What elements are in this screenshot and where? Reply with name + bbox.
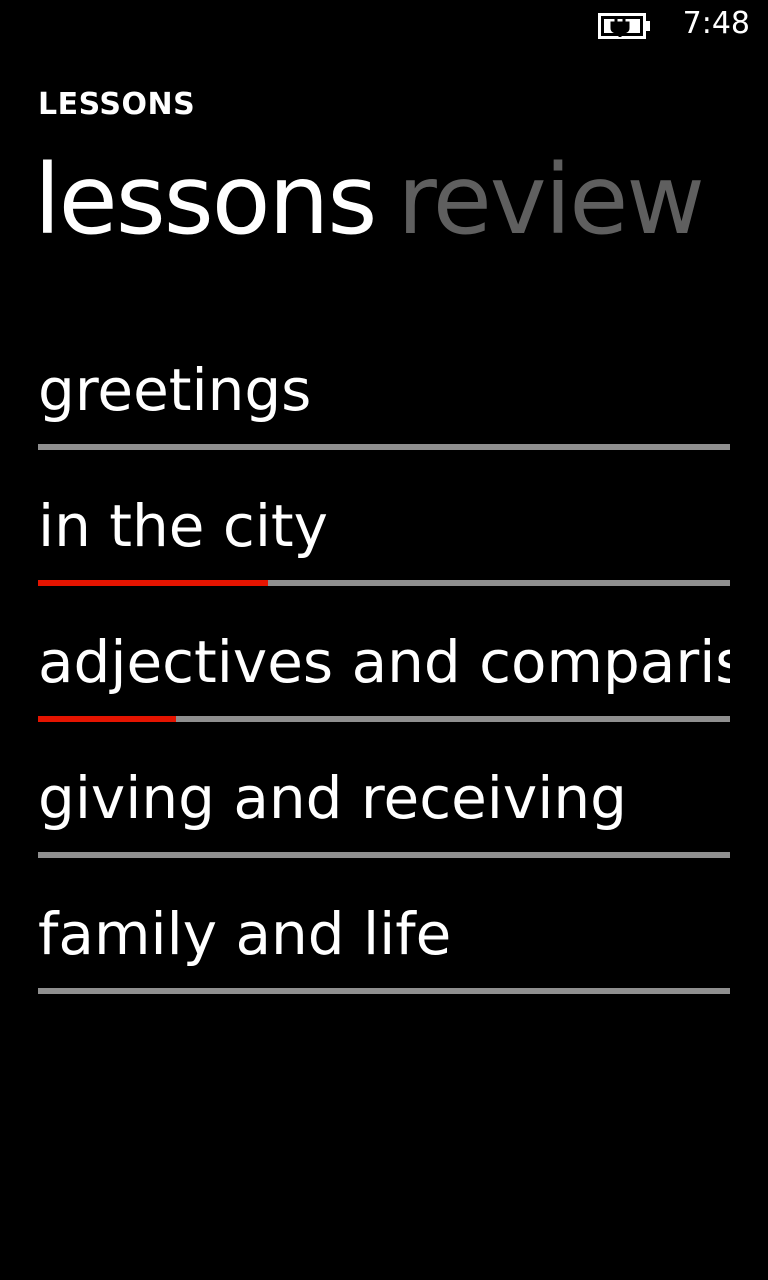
lesson-list: greetings in the city adjectives and com… [38,340,730,1020]
pivot-tab-lessons[interactable]: lessons [34,140,377,260]
lesson-progress-bar [38,580,730,586]
lesson-item-in-the-city[interactable]: in the city [38,476,730,612]
lesson-label: giving and receiving [38,764,627,832]
lesson-label: adjectives and comparisons [38,628,730,696]
battery-charging-icon [598,12,652,40]
pivot-headers: lessons review [34,140,768,270]
lesson-progress-bar [38,852,730,858]
lesson-progress-bar [38,444,730,450]
lesson-progress-bar [38,988,730,994]
lesson-label: family and life [38,900,452,968]
lesson-progress-fill [38,580,269,586]
lesson-progress-fill [38,716,177,722]
lesson-item-giving-and-receiving[interactable]: giving and receiving [38,748,730,884]
lesson-progress-bar [38,716,730,722]
status-clock: 7:48 [682,6,750,41]
lesson-item-family-and-life[interactable]: family and life [38,884,730,1020]
status-bar: 7:48 [0,0,768,50]
lesson-item-greetings[interactable]: greetings [38,340,730,476]
lesson-item-adjectives-and-comparisons[interactable]: adjectives and comparisons [38,612,730,748]
app-title: LESSONS [38,87,196,122]
pivot-tab-review[interactable]: review [397,140,704,260]
lesson-label: in the city [38,492,328,560]
lesson-label: greetings [38,356,312,424]
